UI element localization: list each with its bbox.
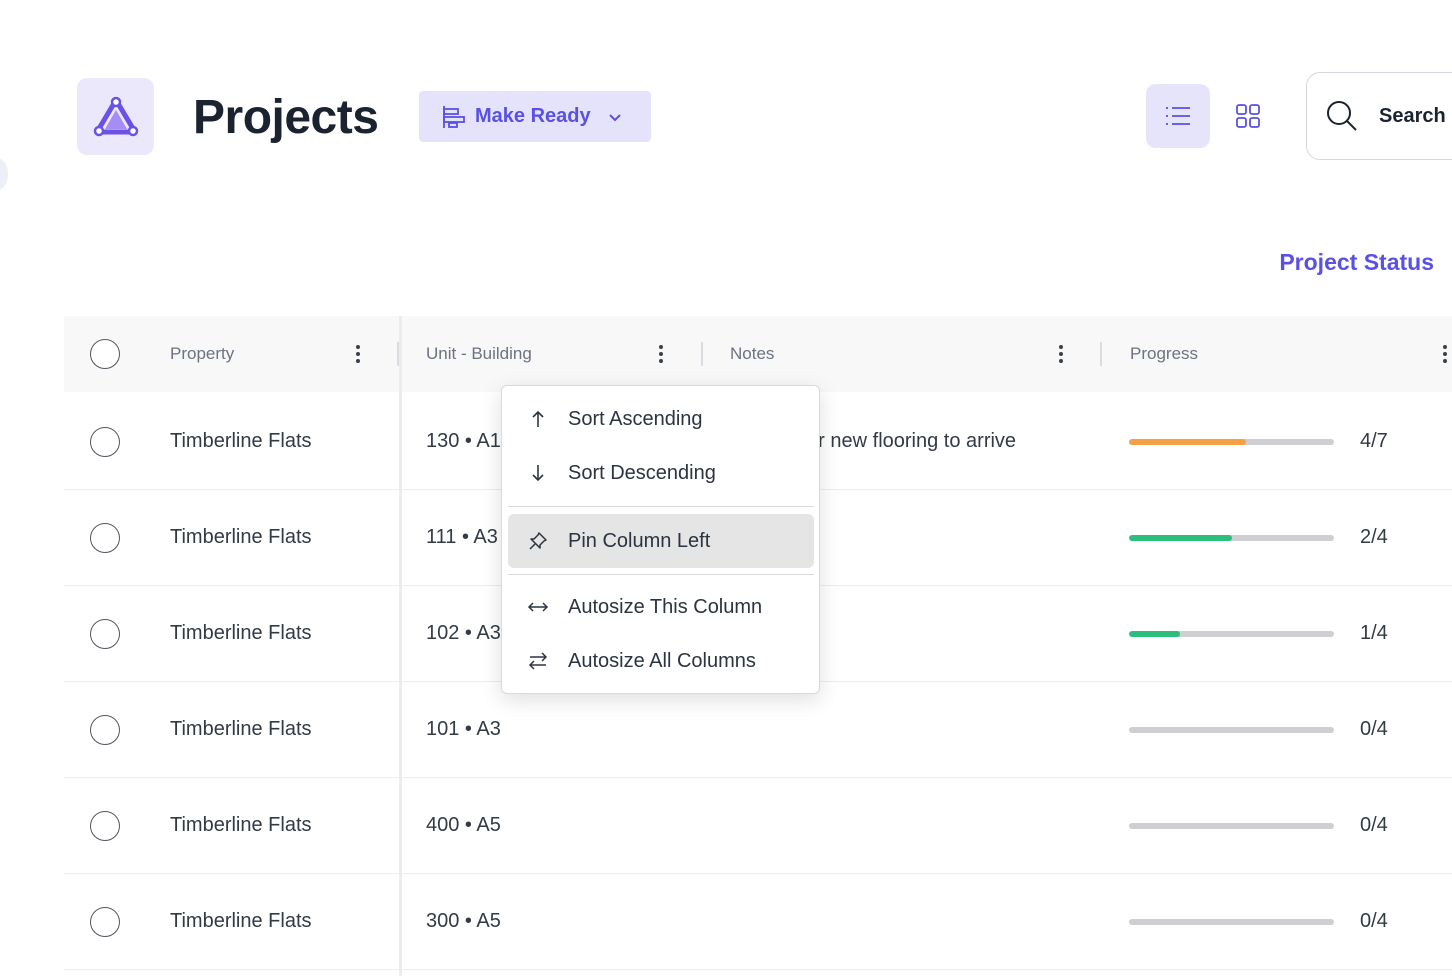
app-logo [77,78,154,155]
collapsed-sidebar-handle[interactable] [0,158,8,190]
unit-building-cell: 300 • A5 [426,909,501,932]
menu-item-label: Sort Descending [568,461,716,484]
progress-bar-fill [1129,439,1247,445]
progress-bar [1129,919,1334,925]
row-checkbox[interactable] [90,907,120,937]
progress-bar-fill [1129,535,1232,541]
table-row[interactable]: Timberline Flats 101 • A3 0/4 [64,681,1452,778]
grid-view-button[interactable] [1216,84,1280,148]
column-header-unit-building[interactable]: Unit - Building [426,316,532,392]
property-cell: Timberline Flats [170,429,312,452]
unit-building-cell: 101 • A3 [426,717,501,740]
property-column-menu-button[interactable] [348,342,368,366]
progress-bar [1129,631,1334,637]
property-cell: Timberline Flats [170,525,312,548]
column-header-property[interactable]: Property [170,316,234,392]
unit-building-cell: 111 • A3 [426,525,498,548]
progress-count: 0/4 [1360,909,1388,932]
progress-count: 1/4 [1360,621,1388,644]
progress-count: 0/4 [1360,717,1388,740]
unit-building-cell: 102 • A3 [426,621,501,644]
row-checkbox[interactable] [90,427,120,457]
table-row[interactable]: Timberline Flats 300 • A5 0/4 [64,873,1452,970]
menu-item-sort-descending[interactable]: Sort Descending [508,446,814,500]
list-view-button[interactable] [1146,84,1210,148]
progress-bar [1129,823,1334,829]
menu-item-autosize-all-columns[interactable]: Autosize All Columns [508,634,814,688]
chevron-down-icon [607,109,623,125]
arrows-swap-icon [508,652,568,670]
grid-icon [1236,104,1260,128]
progress-bar [1129,535,1334,541]
search-label: Search [1379,104,1446,127]
select-all-checkbox[interactable] [90,339,120,369]
project-status-link[interactable]: Project Status [1279,249,1434,276]
search-icon [1325,99,1359,133]
table-row[interactable]: Timberline Flats 400 • A5 0/4 [64,777,1452,874]
unit-building-cell: 130 • A1 [426,429,501,452]
progress-count: 2/4 [1360,525,1388,548]
column-resize-handle[interactable] [701,342,703,366]
page-title: Projects [193,91,379,144]
column-header-notes[interactable]: Notes [730,316,774,392]
view-selector-label: Make Ready [475,105,591,127]
menu-divider [508,574,814,575]
arrows-horizontal-icon [508,601,568,613]
pinned-column-divider [399,316,402,976]
progress-bar-fill [1129,631,1181,637]
property-cell: Timberline Flats [170,909,312,932]
row-checkbox[interactable] [90,523,120,553]
column-context-menu: Sort Ascending Sort Descending Pin Colum… [501,385,820,694]
progress-count: 0/4 [1360,813,1388,836]
property-cell: Timberline Flats [170,813,312,836]
menu-divider [508,506,814,507]
column-resize-handle[interactable] [1100,342,1102,366]
row-checkbox[interactable] [90,619,120,649]
menu-item-label: Autosize All Columns [568,649,756,672]
property-cell: Timberline Flats [170,621,312,644]
menu-item-sort-ascending[interactable]: Sort Ascending [508,392,814,446]
search-input[interactable]: Search [1306,72,1452,160]
unit-building-cell: 400 • A5 [426,813,501,836]
row-checkbox[interactable] [90,715,120,745]
unit-building-column-menu-button[interactable] [651,342,671,366]
menu-item-pin-column-left[interactable]: Pin Column Left [508,514,814,568]
list-icon [1166,107,1190,125]
progress-bar [1129,727,1334,733]
progress-column-menu-button[interactable] [1435,342,1452,366]
pin-icon [508,531,568,551]
progress-count: 4/7 [1360,429,1388,452]
gantt-icon [441,104,467,130]
arrow-down-icon [508,464,568,482]
table-header: Property Unit - Building Notes Progress [64,316,1452,392]
triangle-logo-icon [93,96,138,136]
menu-item-autosize-this-column[interactable]: Autosize This Column [508,580,814,634]
view-selector-dropdown[interactable]: Make Ready [419,91,651,142]
property-cell: Timberline Flats [170,717,312,740]
column-header-progress[interactable]: Progress [1130,316,1198,392]
menu-item-label: Autosize This Column [568,595,763,618]
progress-bar [1129,439,1334,445]
row-checkbox[interactable] [90,811,120,841]
arrow-up-icon [508,410,568,428]
menu-item-label: Sort Ascending [568,407,703,430]
notes-column-menu-button[interactable] [1051,342,1071,366]
menu-item-label: Pin Column Left [568,529,711,552]
